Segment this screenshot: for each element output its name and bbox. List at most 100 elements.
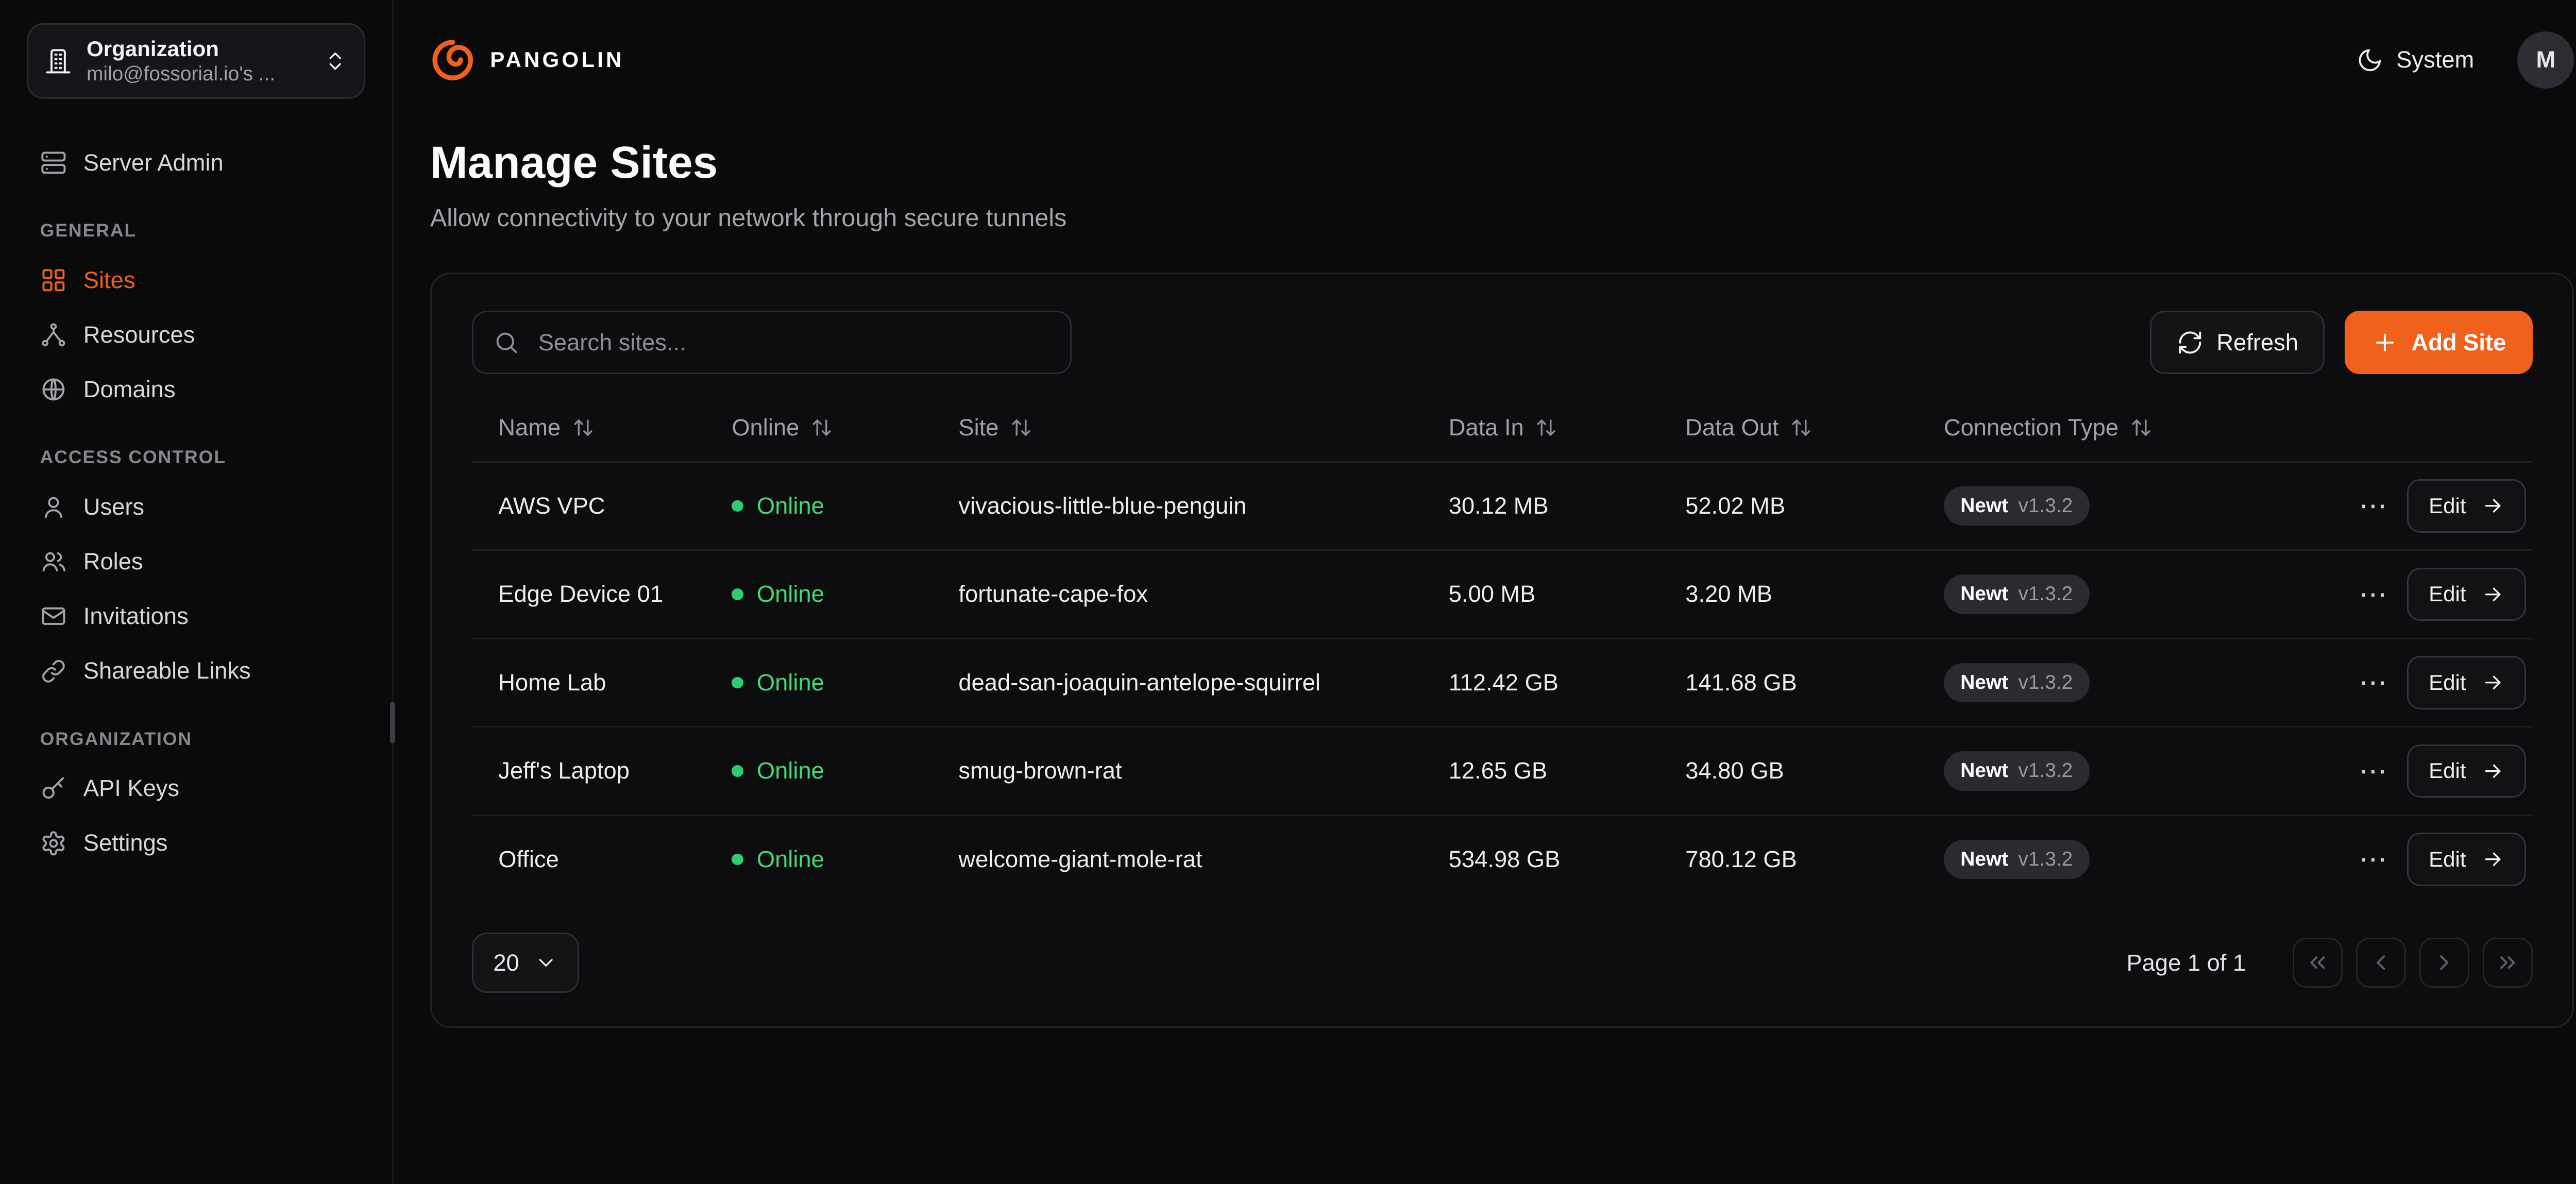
org-picker-label: Organization	[87, 37, 309, 61]
page-info: Page 1 of 1	[2126, 950, 2246, 976]
sites-card: Refresh Add Site Name Online	[430, 273, 2574, 1028]
previous-page-button[interactable]	[2356, 938, 2406, 988]
column-header-name[interactable]: Name	[498, 414, 732, 441]
brand: PANGOLIN	[430, 38, 624, 82]
refresh-label: Refresh	[2216, 329, 2298, 356]
chevron-left-icon	[2368, 950, 2394, 975]
refresh-icon	[2177, 329, 2204, 356]
org-picker[interactable]: Organization milo@fossorial.io's ...	[27, 23, 365, 99]
sidebar-item-label: Sites	[83, 266, 135, 294]
column-header-site[interactable]: Site	[958, 414, 1448, 441]
sidebar-item-users[interactable]: Users	[27, 480, 365, 534]
sidebar-item-settings[interactable]: Settings	[27, 816, 365, 870]
row-actions: ⋯ Edit	[2313, 656, 2533, 709]
page-size-select[interactable]: 20	[472, 933, 579, 992]
pangolin-logo-icon	[430, 38, 475, 82]
edit-button[interactable]: Edit	[2407, 656, 2526, 709]
server-icon	[40, 149, 67, 176]
waypoints-icon	[40, 322, 67, 348]
connection-type-badge: Newtv1.3.2	[1944, 663, 2090, 702]
sidebar-item-resources[interactable]: Resources	[27, 308, 365, 362]
first-page-button[interactable]	[2293, 938, 2343, 988]
connection-type-badge: Newtv1.3.2	[1944, 486, 2090, 526]
online-status: Online	[732, 757, 958, 784]
row-menu-button[interactable]: ⋯	[2355, 573, 2391, 615]
sidebar-item-label: Domains	[83, 376, 176, 403]
column-header-online[interactable]: Online	[732, 414, 958, 441]
table-body: AWS VPC Online vivacious-little-blue-pen…	[472, 461, 2533, 903]
data-in: 12.65 GB	[1449, 757, 1686, 784]
site-name: AWS VPC	[498, 493, 732, 519]
online-dot	[732, 500, 743, 512]
section-label-organization: ORGANIZATION	[40, 729, 352, 750]
row-menu-button[interactable]: ⋯	[2355, 839, 2391, 881]
connection-type-badge: Newtv1.3.2	[1944, 751, 2090, 790]
column-header-data-in[interactable]: Data In	[1449, 414, 1686, 441]
table-row[interactable]: Home Lab Online dead-san-joaquin-antelop…	[472, 638, 2533, 726]
table-row[interactable]: Edge Device 01 Online fortunate-cape-fox…	[472, 549, 2533, 638]
connection-type-cell: Newtv1.3.2	[1944, 840, 2313, 879]
edit-label: Edit	[2429, 847, 2466, 872]
sidebar-resize-handle[interactable]	[390, 702, 395, 743]
arrow-right-icon	[2481, 759, 2504, 783]
row-menu-button[interactable]: ⋯	[2355, 662, 2391, 704]
table-row[interactable]: Office Online welcome-giant-mole-rat 534…	[472, 815, 2533, 903]
chevrons-right-icon	[2495, 950, 2520, 975]
pager: Page 1 of 1	[2126, 938, 2532, 988]
column-label: Connection Type	[1944, 414, 2119, 441]
sidebar-item-domains[interactable]: Domains	[27, 362, 365, 417]
sites-table: Name Online Site Data In	[472, 398, 2533, 903]
edit-label: Edit	[2429, 758, 2466, 783]
sidebar-item-server-admin[interactable]: Server Admin	[27, 136, 365, 190]
edit-button[interactable]: Edit	[2407, 745, 2526, 798]
data-out: 780.12 GB	[1685, 846, 1944, 873]
online-dot	[732, 765, 743, 777]
edit-button[interactable]: Edit	[2407, 479, 2526, 533]
online-status: Online	[732, 581, 958, 607]
online-label: Online	[757, 493, 824, 519]
connection-type-cell: Newtv1.3.2	[1944, 751, 2313, 790]
column-label: Data Out	[1685, 414, 1778, 441]
building-icon	[45, 48, 72, 75]
site-slug: smug-brown-rat	[958, 757, 1448, 784]
last-page-button[interactable]	[2483, 938, 2533, 988]
sidebar-item-label: Settings	[83, 829, 168, 857]
link-icon	[40, 658, 67, 685]
table-row[interactable]: Jeff's Laptop Online smug-brown-rat 12.6…	[472, 726, 2533, 815]
connection-type-cell: Newtv1.3.2	[1944, 486, 2313, 526]
sidebar-item-api-keys[interactable]: API Keys	[27, 761, 365, 816]
row-menu-button[interactable]: ⋯	[2355, 485, 2391, 527]
edit-button[interactable]: Edit	[2407, 833, 2526, 886]
data-out: 3.20 MB	[1685, 581, 1944, 607]
row-menu-button[interactable]: ⋯	[2355, 750, 2391, 792]
site-name: Edge Device 01	[498, 581, 732, 607]
sidebar-item-invitations[interactable]: Invitations	[27, 589, 365, 644]
sidebar-item-shareable-links[interactable]: Shareable Links	[27, 644, 365, 698]
arrow-right-icon	[2481, 848, 2504, 871]
theme-label: System	[2396, 46, 2474, 73]
chevron-right-icon	[2432, 950, 2457, 975]
moon-icon	[2357, 47, 2383, 74]
add-site-button[interactable]: Add Site	[2345, 311, 2532, 374]
brand-name: PANGOLIN	[490, 47, 624, 72]
sidebar-item-roles[interactable]: Roles	[27, 534, 365, 589]
sort-icon	[572, 417, 594, 438]
column-header-data-out[interactable]: Data Out	[1685, 414, 1944, 441]
sidebar-item-sites[interactable]: Sites	[27, 253, 365, 308]
search-input[interactable]	[535, 328, 1050, 358]
sidebar-item-label: Resources	[83, 321, 195, 349]
table-footer: 20 Page 1 of 1	[472, 933, 2533, 992]
user-icon	[40, 494, 67, 520]
edit-button[interactable]: Edit	[2407, 568, 2526, 621]
avatar[interactable]: M	[2517, 31, 2574, 88]
sites-grid-icon	[40, 267, 67, 294]
theme-toggle[interactable]: System	[2346, 45, 2484, 75]
site-name: Home Lab	[498, 669, 732, 696]
refresh-button[interactable]: Refresh	[2150, 311, 2325, 374]
column-header-connection-type[interactable]: Connection Type	[1944, 414, 2313, 441]
arrow-right-icon	[2481, 671, 2504, 694]
row-actions: ⋯ Edit	[2313, 833, 2533, 886]
next-page-button[interactable]	[2419, 938, 2469, 988]
online-label: Online	[757, 581, 824, 607]
table-row[interactable]: AWS VPC Online vivacious-little-blue-pen…	[472, 461, 2533, 550]
